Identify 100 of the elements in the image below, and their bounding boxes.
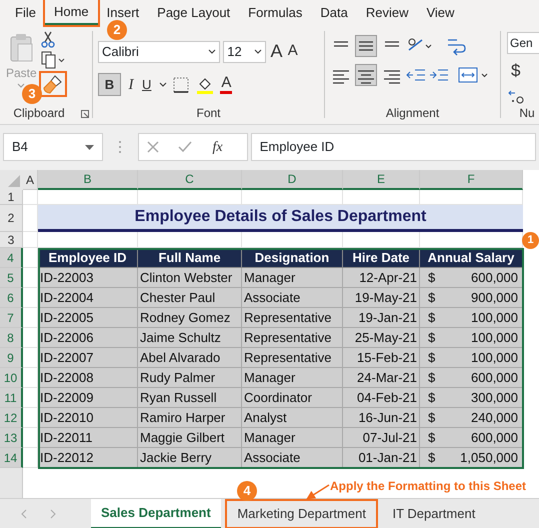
decimal-icon[interactable] <box>507 88 525 104</box>
insert-function-button[interactable]: fx <box>212 136 224 158</box>
empty-cell[interactable] <box>343 232 420 248</box>
empty-cell[interactable] <box>23 308 38 328</box>
row-header[interactable]: 14 <box>0 448 23 468</box>
empty-cell[interactable] <box>23 248 38 268</box>
currency-symbol: $ <box>428 308 436 327</box>
sheet-tab[interactable]: Sales Department <box>91 499 221 528</box>
row-header[interactable]: 9 <box>0 348 23 368</box>
sheet-tab[interactable]: IT Department <box>382 501 486 527</box>
empty-cell[interactable] <box>23 268 38 288</box>
row-header[interactable]: 6 <box>0 288 23 308</box>
caret-icon <box>254 49 262 54</box>
formula-field[interactable]: Employee ID <box>250 133 536 161</box>
format-painter-icon[interactable] <box>40 72 65 94</box>
cell-reference: B4 <box>12 138 28 156</box>
row-header[interactable]: 10 <box>0 368 23 388</box>
row-header[interactable]: 7 <box>0 308 23 328</box>
table-cell: Abel Alvarado <box>138 348 242 368</box>
empty-cell[interactable] <box>23 368 38 388</box>
empty-cell[interactable] <box>242 232 343 248</box>
empty-cell[interactable] <box>23 428 38 448</box>
empty-cell[interactable] <box>23 408 38 428</box>
italic-button[interactable]: I <box>128 72 134 97</box>
table-cell: Coordinator <box>242 388 343 408</box>
ribbon-tab[interactable]: Page Layout <box>148 1 240 24</box>
number-format: Gen <box>510 35 533 52</box>
row-header[interactable]: 3 <box>0 232 23 248</box>
table-cell: ID-22003 <box>38 268 138 288</box>
ribbon-tab[interactable]: File <box>6 1 45 24</box>
scroll-left-icon[interactable] <box>20 509 28 519</box>
ribbon-tab[interactable]: Home <box>44 0 98 25</box>
check-icon[interactable] <box>178 141 192 153</box>
group-label: Alignment <box>384 105 440 122</box>
merge-center-icon[interactable] <box>458 64 490 84</box>
sheet-tab[interactable]: Marketing Department <box>227 501 376 527</box>
row-header[interactable]: 12 <box>0 408 23 428</box>
ribbon-tab[interactable]: Review <box>356 1 418 24</box>
row-header[interactable]: 4 <box>0 248 23 268</box>
empty-cell[interactable] <box>23 288 38 308</box>
paste-icon[interactable] <box>8 33 34 63</box>
table-cell: 24-Mar-21 <box>343 368 420 388</box>
empty-cell[interactable] <box>23 232 38 248</box>
row-header[interactable]: 1 <box>0 190 23 205</box>
row-header[interactable]: 2 <box>0 205 23 232</box>
table-cell: Representative <box>242 348 343 368</box>
table-cell: ID-22012 <box>38 448 138 468</box>
table-cell: 04-Feb-21 <box>343 388 420 408</box>
grip-icon <box>118 140 122 154</box>
column-header[interactable]: B <box>38 170 138 190</box>
empty-cell[interactable] <box>38 232 138 248</box>
table-cell: ID-22005 <box>38 308 138 328</box>
grow-font-button[interactable]: A <box>270 37 284 66</box>
row-header[interactable]: 11 <box>0 388 23 408</box>
empty-cell[interactable] <box>23 448 38 468</box>
currency-symbol: $ <box>428 408 436 427</box>
column-header[interactable]: D <box>242 170 343 190</box>
font-color-button[interactable]: A <box>220 75 232 94</box>
table-cell: 19-May-21 <box>343 288 420 308</box>
empty-cell[interactable] <box>23 348 38 368</box>
font-name-dropdown[interactable]: Calibri <box>98 40 220 62</box>
cancel-icon[interactable] <box>146 141 158 153</box>
empty-cell[interactable] <box>138 232 242 248</box>
empty-cell[interactable] <box>23 328 38 348</box>
scissors-icon[interactable] <box>40 31 55 48</box>
borders-icon[interactable] <box>173 76 190 93</box>
column-header[interactable]: F <box>420 170 523 190</box>
row-header[interactable]: 8 <box>0 328 23 348</box>
table-cell: Associate <box>242 448 343 468</box>
center-icon[interactable] <box>355 64 378 86</box>
ribbon-tab[interactable]: Data <box>311 1 357 24</box>
fill-color-icon[interactable] <box>196 76 214 94</box>
bold-button[interactable]: B <box>98 73 121 96</box>
currency-symbol: $ <box>428 448 436 467</box>
font-size-dropdown[interactable]: 12 <box>223 40 266 62</box>
table-cell: 01-Jan-21 <box>343 448 420 468</box>
dialog-launcher-icon[interactable] <box>81 110 89 118</box>
sheet-title: Employee Details of Sales Department <box>38 205 523 232</box>
ribbon-tab[interactable]: View <box>417 1 464 24</box>
column-heading: Full Name <box>138 248 242 268</box>
shrink-font-button[interactable]: A <box>286 39 299 64</box>
currency-button[interactable]: $ <box>507 57 522 85</box>
column-header[interactable]: E <box>343 170 420 190</box>
currency-symbol: $ <box>428 268 436 287</box>
column-header[interactable]: C <box>138 170 242 190</box>
middle-align-icon[interactable] <box>355 35 378 57</box>
row-header[interactable]: 13 <box>0 428 23 448</box>
caret-icon[interactable] <box>158 82 167 88</box>
ribbon-tab[interactable]: Formulas <box>239 1 312 24</box>
name-box[interactable]: B4 <box>3 133 103 161</box>
number-format-dropdown[interactable]: Gen <box>507 32 539 54</box>
table-cell: Representative <box>242 328 343 348</box>
copy-icon[interactable] <box>40 51 65 70</box>
row-header[interactable]: 5 <box>0 268 23 288</box>
underline-button[interactable]: U <box>141 74 152 96</box>
column-header[interactable]: A <box>23 170 38 190</box>
scroll-right-icon[interactable] <box>48 509 56 519</box>
select-all-icon[interactable] <box>0 170 23 190</box>
salary-amount: 240,000 <box>471 408 518 427</box>
empty-cell[interactable] <box>23 388 38 408</box>
